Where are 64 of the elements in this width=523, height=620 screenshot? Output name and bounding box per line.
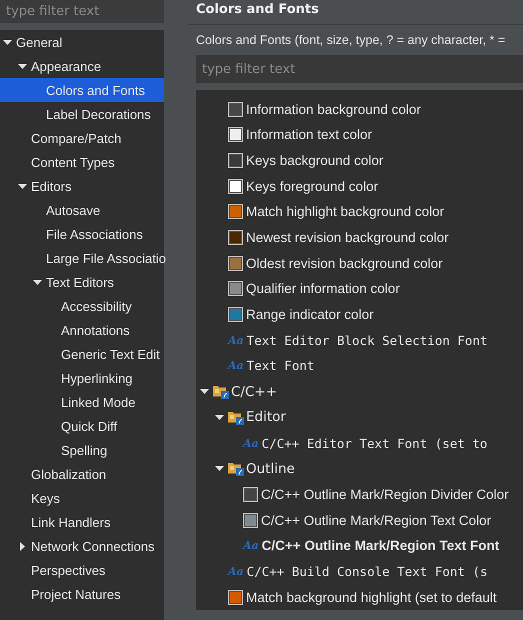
color-row[interactable]: Keys foreground color bbox=[196, 173, 523, 199]
expanded-arrow-icon[interactable] bbox=[215, 464, 224, 474]
tree-item[interactable]: Linked Mode bbox=[0, 390, 164, 414]
folder-icon bbox=[213, 384, 229, 400]
font-icon: Aa bbox=[228, 334, 244, 347]
tree-item[interactable]: Keys bbox=[0, 486, 164, 510]
font-row[interactable]: Aa C/C++ Editor Text Font (set to bbox=[196, 430, 523, 456]
tree-item[interactable]: File Associations bbox=[0, 222, 164, 246]
font-icon: Aa bbox=[228, 359, 244, 372]
folder-icon bbox=[228, 410, 244, 425]
color-row[interactable]: Match background highlight (set to default bbox=[196, 584, 523, 610]
font-icon: Aa bbox=[228, 564, 244, 578]
color-row[interactable]: Qualifier information color bbox=[196, 276, 523, 302]
expanded-arrow-icon[interactable] bbox=[215, 412, 224, 422]
expanded-arrow-icon[interactable] bbox=[18, 182, 27, 190]
font-row[interactable]: Aa C/C++ Outline Mark/Region Text Font bbox=[196, 532, 523, 559]
tree-item[interactable]: Generic Text Edit bbox=[0, 342, 164, 366]
color-row[interactable]: Range indicator color bbox=[196, 302, 523, 328]
font-row[interactable]: Aa Text Editor Block Selection Font bbox=[196, 327, 523, 354]
font-row[interactable]: Aa Text Font bbox=[196, 353, 523, 379]
tree-item[interactable]: Accessibility bbox=[0, 294, 164, 318]
category-row[interactable]: Editor bbox=[196, 404, 523, 430]
color-row[interactable]: Keys background color bbox=[196, 148, 523, 174]
page-title: Colors and Fonts bbox=[188, 0, 523, 26]
filter-field[interactable]: type filter text bbox=[0, 0, 164, 23]
category-row[interactable]: Outline bbox=[196, 456, 523, 482]
expanded-arrow-icon[interactable] bbox=[200, 387, 209, 396]
color-row[interactable]: Information text color bbox=[196, 122, 523, 148]
expanded-arrow-icon[interactable] bbox=[3, 38, 12, 46]
filter-field[interactable]: type filter text bbox=[196, 55, 523, 84]
color-row[interactable]: Information background color bbox=[196, 96, 523, 122]
tree-item[interactable]: Project Natures bbox=[0, 582, 164, 606]
color-row[interactable]: Oldest revision background color bbox=[196, 250, 523, 276]
tree-item[interactable]: Annotations bbox=[0, 318, 164, 342]
tree-item[interactable]: Hyperlinking bbox=[0, 366, 164, 390]
tree-item[interactable]: Spelling bbox=[0, 438, 164, 462]
tree-item[interactable]: Editors bbox=[0, 174, 164, 198]
description-text: Colors and Fonts (font, size, type, ? = any character, * = bbox=[195, 32, 506, 50]
tree-item[interactable]: General bbox=[0, 30, 164, 54]
tree-item[interactable]: Perspectives bbox=[0, 558, 164, 582]
category-row[interactable]: C/C++ bbox=[196, 378, 523, 404]
tree-item[interactable]: Network Connections bbox=[0, 534, 164, 558]
expanded-arrow-icon[interactable] bbox=[33, 278, 42, 286]
tree-item[interactable]: Colors and Fonts bbox=[0, 78, 164, 102]
tree-item[interactable]: Large File Associatio bbox=[0, 246, 164, 270]
tree-item[interactable]: Content Types bbox=[0, 150, 164, 174]
font-row[interactable]: Aa C/C++ Build Console Text Font (s bbox=[196, 558, 523, 584]
font-icon: Aa bbox=[243, 436, 259, 450]
color-row[interactable]: C/C++ Outline Mark/Region Divider Color bbox=[196, 482, 523, 508]
expanded-arrow-icon[interactable] bbox=[18, 62, 27, 70]
tree-item[interactable]: Quick Diff bbox=[0, 414, 164, 438]
collapsed-arrow-icon[interactable] bbox=[18, 542, 27, 550]
color-row[interactable]: C/C++ Outline Mark/Region Text Color bbox=[196, 507, 523, 533]
tree-item[interactable]: Label Decorations bbox=[0, 102, 164, 126]
tree-item[interactable]: Appearance bbox=[0, 54, 164, 78]
folder-icon bbox=[228, 461, 244, 476]
tree-item[interactable]: Compare/Patch bbox=[0, 126, 164, 150]
color-row[interactable]: Match highlight background color bbox=[196, 199, 523, 225]
color-row[interactable]: Newest revision background color bbox=[196, 224, 523, 250]
tree-item[interactable]: Globalization bbox=[0, 462, 164, 486]
font-icon: Aa bbox=[243, 539, 259, 552]
tree-item[interactable]: Autosave bbox=[0, 198, 164, 222]
tree-item[interactable]: Text Editors bbox=[0, 270, 164, 294]
tree-item[interactable]: Link Handlers bbox=[0, 510, 164, 534]
